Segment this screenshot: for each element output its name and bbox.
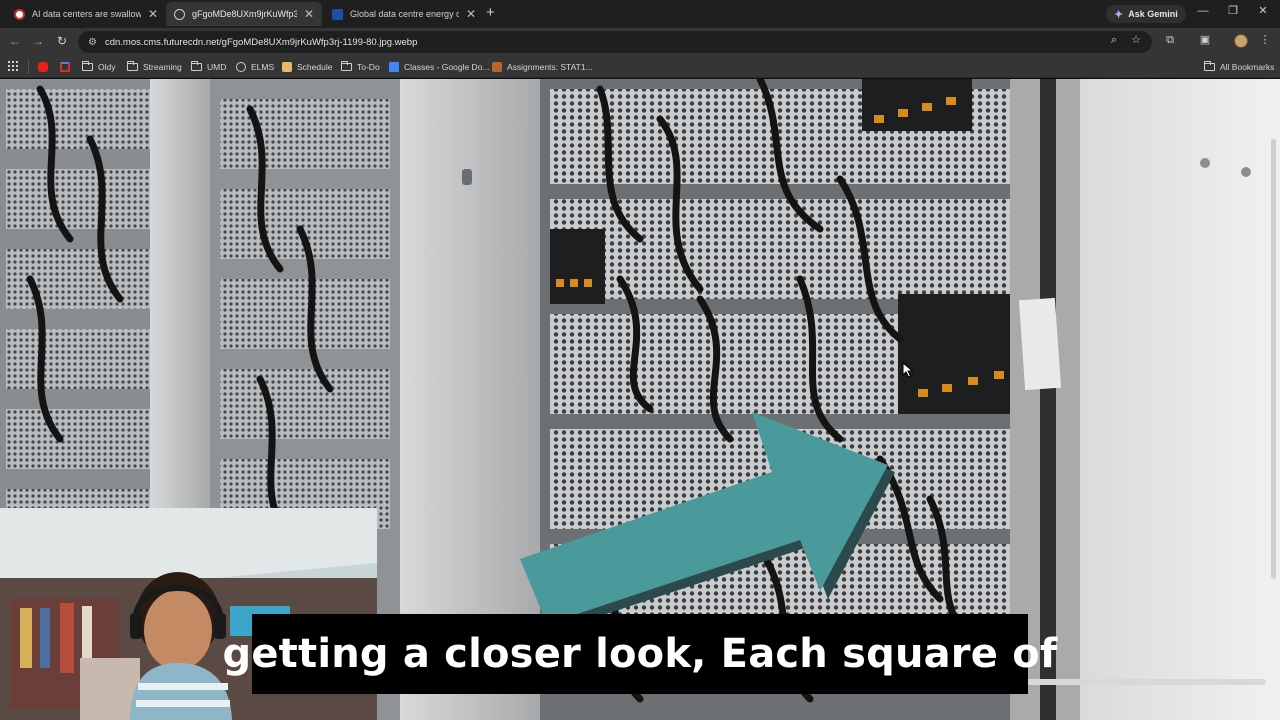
all-bookmarks-label: All Bookmarks [1220, 62, 1275, 72]
folder-icon [341, 61, 352, 71]
bookmark-label: Oldy [98, 62, 116, 72]
forward-icon[interactable]: → [31, 35, 45, 47]
tab-title: Global data centre energy dem [350, 9, 459, 19]
close-tab-icon[interactable]: ✕ [148, 8, 158, 20]
youtube-icon [38, 62, 48, 72]
bookmark-label: Schedule [297, 62, 333, 72]
bookmark-assignments[interactable]: Assignments: STAT1... [492, 60, 593, 74]
subtitle-caption: getting a closer look, Each square of [223, 614, 1057, 694]
tab-title: AI data centers are swallowing [32, 9, 141, 19]
side-panel-icon[interactable]: ▣ [1198, 35, 1212, 46]
apps-grid-icon[interactable] [8, 61, 18, 71]
close-tab-icon[interactable]: ✕ [304, 8, 314, 20]
back-icon[interactable]: ← [8, 35, 22, 47]
mouse-cursor-icon [902, 362, 914, 378]
screen: AI data centers are swallowing ✕ gFgoMDe… [0, 0, 1280, 720]
profile-avatar[interactable] [1234, 34, 1248, 48]
site-favicon-icon [332, 8, 343, 20]
bookmark-oldy[interactable]: Oldy [82, 60, 115, 74]
ask-gemini-button[interactable]: ✦ Ask Gemini [1106, 5, 1186, 23]
folder-icon [127, 61, 138, 71]
gemini-spark-icon: ✦ [1114, 8, 1124, 21]
bookmark-divider [28, 60, 29, 74]
new-tab-button[interactable]: + [486, 5, 495, 20]
site-favicon-icon [14, 8, 25, 20]
bookmark-star-icon[interactable]: ☆ [1129, 35, 1143, 46]
bookmark-umd[interactable]: UMD [191, 60, 226, 74]
bookmark-label: To-Do [357, 62, 380, 72]
restore-icon[interactable]: ❐ [1226, 6, 1240, 17]
bookmark-label: ELMS [251, 62, 275, 72]
menu-icon[interactable]: ⋮ [1258, 35, 1272, 46]
browser-toolbar: ← → ↻ ⚙ cdn.mos.cms.futurecdn.net/gFgoMD… [0, 28, 1280, 56]
minimize-icon[interactable]: — [1196, 6, 1210, 17]
bookmark-schedule[interactable]: Schedule [282, 60, 332, 74]
bookmark-elms[interactable]: ELMS [236, 60, 274, 74]
caption-text: getting a closer look, Each square of [222, 631, 1058, 677]
close-tab-icon[interactable]: ✕ [466, 8, 476, 20]
assignments-icon [492, 62, 502, 72]
all-bookmarks-button[interactable]: All Bookmarks [1204, 60, 1274, 74]
bookmark-label: Streaming [143, 62, 182, 72]
horizontal-scrollbar[interactable] [1026, 679, 1266, 685]
vertical-scrollbar[interactable] [1271, 139, 1276, 579]
bookmark-label: UMD [207, 62, 227, 72]
extensions-icon[interactable]: ⧉ [1163, 35, 1177, 46]
bookmark-classes[interactable]: Classes - Google Do... [389, 60, 490, 74]
tab-image[interactable]: gFgoMDe8UXm9jrKuWfp3rj-11 ✕ [166, 2, 322, 26]
google-docs-icon [389, 62, 399, 72]
tab-global-energy[interactable]: Global data centre energy dem ✕ [324, 2, 484, 26]
bookmark-youtube[interactable] [38, 60, 48, 74]
tab-title: gFgoMDe8UXm9jrKuWfp3rj-11 [192, 9, 297, 19]
folder-icon [1204, 61, 1215, 71]
bookmark-label: Classes - Google Do... [404, 62, 490, 72]
bookmark-streaming[interactable]: Streaming [127, 60, 182, 74]
zoom-icon[interactable]: ⌕ [1107, 35, 1121, 46]
globe-icon [174, 8, 185, 20]
bookmark-gmail[interactable] [60, 60, 70, 74]
url-text: cdn.mos.cms.futurecdn.net/gFgoMDe8UXm9jr… [104, 36, 418, 48]
ask-gemini-label: Ask Gemini [1128, 9, 1178, 19]
gmail-icon [60, 62, 70, 72]
folder-icon [191, 61, 202, 71]
close-window-icon[interactable]: ✕ [1256, 6, 1270, 17]
tab-strip: AI data centers are swallowing ✕ gFgoMDe… [0, 0, 1280, 28]
site-info-icon[interactable]: ⚙ [88, 37, 97, 48]
reload-icon[interactable]: ↻ [55, 35, 69, 47]
schedule-icon [282, 62, 292, 72]
bookmarks-bar: Oldy Streaming UMD ELMS Schedule To-Do C… [0, 56, 1280, 78]
bookmark-label: Assignments: STAT1... [507, 62, 593, 72]
folder-icon [82, 61, 93, 71]
elms-icon [236, 62, 246, 72]
tab-ai-data-centers[interactable]: AI data centers are swallowing ✕ [6, 2, 166, 26]
bookmark-todo[interactable]: To-Do [341, 60, 380, 74]
address-bar[interactable]: ⚙ cdn.mos.cms.futurecdn.net/gFgoMDe8UXm9… [78, 31, 1152, 53]
